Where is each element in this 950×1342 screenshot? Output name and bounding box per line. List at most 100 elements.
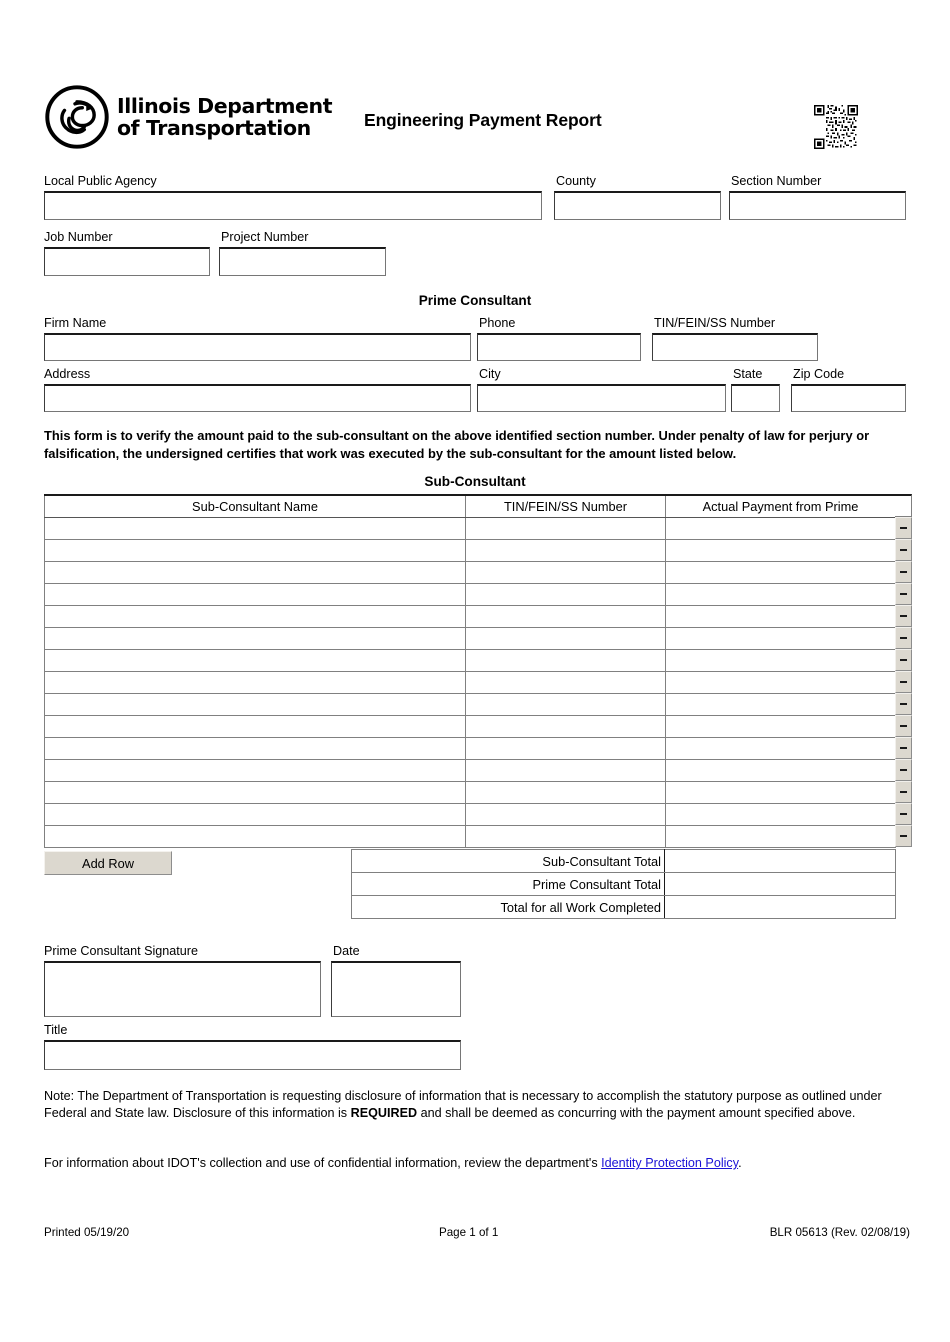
delete-row-button[interactable] <box>895 627 912 649</box>
cell-tin[interactable] <box>465 516 666 540</box>
cell-tin[interactable] <box>465 692 666 716</box>
cell-tin[interactable] <box>465 560 666 584</box>
cell-payment[interactable] <box>665 780 896 804</box>
totals-value[interactable] <box>664 872 896 896</box>
cell-payment[interactable] <box>665 714 896 738</box>
delete-row-button[interactable] <box>895 781 912 803</box>
cell-payment[interactable] <box>665 560 896 584</box>
minus-icon <box>900 813 907 815</box>
phone-input[interactable] <box>477 333 641 361</box>
prime-signature-input[interactable] <box>44 961 321 1017</box>
cell-payment[interactable] <box>665 516 896 540</box>
cell-tin[interactable] <box>465 714 666 738</box>
table-row <box>44 604 896 628</box>
cell-tin[interactable] <box>465 626 666 650</box>
cell-payment[interactable] <box>665 692 896 716</box>
section-number-input[interactable] <box>729 191 906 220</box>
cell-tin[interactable] <box>465 736 666 760</box>
identity-protection-policy-link[interactable]: Identity Protection Policy <box>601 1156 738 1170</box>
page-title: Engineering Payment Report <box>364 110 602 130</box>
delete-row-button[interactable] <box>895 539 912 561</box>
cell-tin[interactable] <box>465 648 666 672</box>
agency-name-line1: Illinois Department <box>117 93 333 118</box>
job-number-input[interactable] <box>44 247 210 276</box>
cell-tin[interactable] <box>465 582 666 606</box>
county-input[interactable] <box>554 191 721 220</box>
add-row-button[interactable]: Add Row <box>44 851 172 875</box>
cell-payment[interactable] <box>665 824 896 848</box>
delete-row-button[interactable] <box>895 825 912 847</box>
cell-tin[interactable] <box>465 538 666 562</box>
cell-tin[interactable] <box>465 824 666 848</box>
delete-row-button[interactable] <box>895 759 912 781</box>
cell-sub-consultant-name[interactable] <box>44 560 466 584</box>
cell-tin[interactable] <box>465 670 666 694</box>
cell-sub-consultant-name[interactable] <box>44 714 466 738</box>
city-label: City <box>479 367 501 381</box>
cell-payment[interactable] <box>665 604 896 628</box>
cell-tin[interactable] <box>465 604 666 628</box>
cell-payment[interactable] <box>665 648 896 672</box>
state-input[interactable] <box>731 384 780 412</box>
address-input[interactable] <box>44 384 471 412</box>
delete-row-button[interactable] <box>895 583 912 605</box>
delete-row-button[interactable] <box>895 737 912 759</box>
local-public-agency-input[interactable] <box>44 191 542 220</box>
cell-sub-consultant-name[interactable] <box>44 648 466 672</box>
firm-name-input[interactable] <box>44 333 471 361</box>
delete-row-button[interactable] <box>895 715 912 737</box>
cell-payment[interactable] <box>665 802 896 826</box>
privacy-note-suffix: . <box>738 1156 742 1170</box>
minus-icon <box>900 549 907 551</box>
delete-row-button[interactable] <box>895 561 912 583</box>
cell-sub-consultant-name[interactable] <box>44 538 466 562</box>
cell-payment[interactable] <box>665 670 896 694</box>
cell-payment[interactable] <box>665 582 896 606</box>
cell-sub-consultant-name[interactable] <box>44 780 466 804</box>
cell-sub-consultant-name[interactable] <box>44 824 466 848</box>
city-input[interactable] <box>477 384 726 412</box>
cell-sub-consultant-name[interactable] <box>44 604 466 628</box>
delete-row-button[interactable] <box>895 671 912 693</box>
privacy-note: For information about IDOT's collection … <box>44 1155 910 1172</box>
form-page: Illinois Department of Transportation En… <box>0 0 950 1342</box>
table-row <box>44 758 896 782</box>
totals-value[interactable] <box>664 849 896 873</box>
delete-row-button[interactable] <box>895 649 912 671</box>
cell-sub-consultant-name[interactable] <box>44 802 466 826</box>
table-row <box>44 560 896 584</box>
cell-payment[interactable] <box>665 538 896 562</box>
local-public-agency-label: Local Public Agency <box>44 174 157 188</box>
page-footer: Printed 05/19/20 Page 1 of 1 BLR 05613 (… <box>44 1226 910 1239</box>
cell-tin[interactable] <box>465 802 666 826</box>
cell-sub-consultant-name[interactable] <box>44 692 466 716</box>
delete-row-column <box>895 494 912 847</box>
cell-payment[interactable] <box>665 626 896 650</box>
date-input[interactable] <box>331 961 461 1017</box>
cell-tin[interactable] <box>465 758 666 782</box>
cell-payment[interactable] <box>665 758 896 782</box>
state-label: State <box>733 367 763 381</box>
printed-date: Printed 05/19/20 <box>44 1226 130 1239</box>
totals-value[interactable] <box>664 895 896 919</box>
delete-row-button[interactable] <box>895 605 912 627</box>
cell-sub-consultant-name[interactable] <box>44 516 466 540</box>
cell-payment[interactable] <box>665 736 896 760</box>
tin-label: TIN/FEIN/SS Number <box>654 316 776 330</box>
tin-input[interactable] <box>652 333 818 361</box>
zip-code-input[interactable] <box>791 384 906 412</box>
page-number: Page 1 of 1 <box>439 1226 499 1239</box>
column-header-tin: TIN/FEIN/SS Number <box>465 494 666 518</box>
cell-sub-consultant-name[interactable] <box>44 626 466 650</box>
title-input[interactable] <box>44 1040 461 1070</box>
cell-sub-consultant-name[interactable] <box>44 670 466 694</box>
delete-row-button[interactable] <box>895 693 912 715</box>
delete-row-button[interactable] <box>895 517 912 539</box>
cell-sub-consultant-name[interactable] <box>44 736 466 760</box>
cell-tin[interactable] <box>465 780 666 804</box>
title-label: Title <box>44 1023 68 1037</box>
delete-row-button[interactable] <box>895 803 912 825</box>
cell-sub-consultant-name[interactable] <box>44 758 466 782</box>
project-number-input[interactable] <box>219 247 386 276</box>
cell-sub-consultant-name[interactable] <box>44 582 466 606</box>
